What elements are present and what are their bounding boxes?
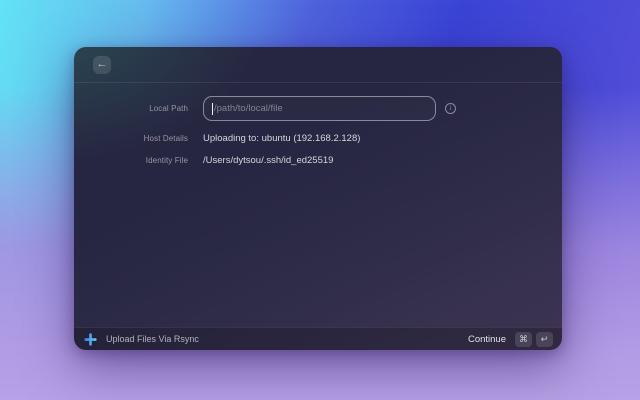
text-cursor <box>212 103 213 115</box>
app-window: ← Local Path i Host Details Uploading to… <box>74 47 562 350</box>
local-path-label: Local Path <box>74 104 188 113</box>
form-content: Local Path i Host Details Uploading to: … <box>74 83 562 327</box>
host-details-label: Host Details <box>74 134 188 143</box>
local-path-input-wrap <box>203 96 436 121</box>
identity-file-label: Identity File <box>74 156 188 165</box>
action-bar: Upload Files Via Rsync Continue ⌘ ↵ <box>74 327 562 350</box>
return-key-icon: ↵ <box>536 332 553 347</box>
command-key-icon: ⌘ <box>515 332 532 347</box>
local-path-input[interactable] <box>214 103 427 114</box>
rsync-extension-icon <box>83 332 98 347</box>
form-row-host-details: Host Details Uploading to: ubuntu (192.1… <box>74 133 562 144</box>
info-icon[interactable]: i <box>445 103 456 114</box>
back-arrow-icon: ← <box>97 58 108 70</box>
form-row-local-path: Local Path i <box>74 96 562 121</box>
host-details-value: Uploading to: ubuntu (192.168.2.128) <box>203 133 360 144</box>
identity-file-value: /Users/dytsou/.ssh/id_ed25519 <box>203 155 333 166</box>
continue-button[interactable]: Continue <box>468 334 506 345</box>
window-header: ← <box>74 47 562 83</box>
command-name: Upload Files Via Rsync <box>106 334 199 344</box>
back-button[interactable]: ← <box>93 56 111 74</box>
form-row-identity-file: Identity File /Users/dytsou/.ssh/id_ed25… <box>74 155 562 166</box>
